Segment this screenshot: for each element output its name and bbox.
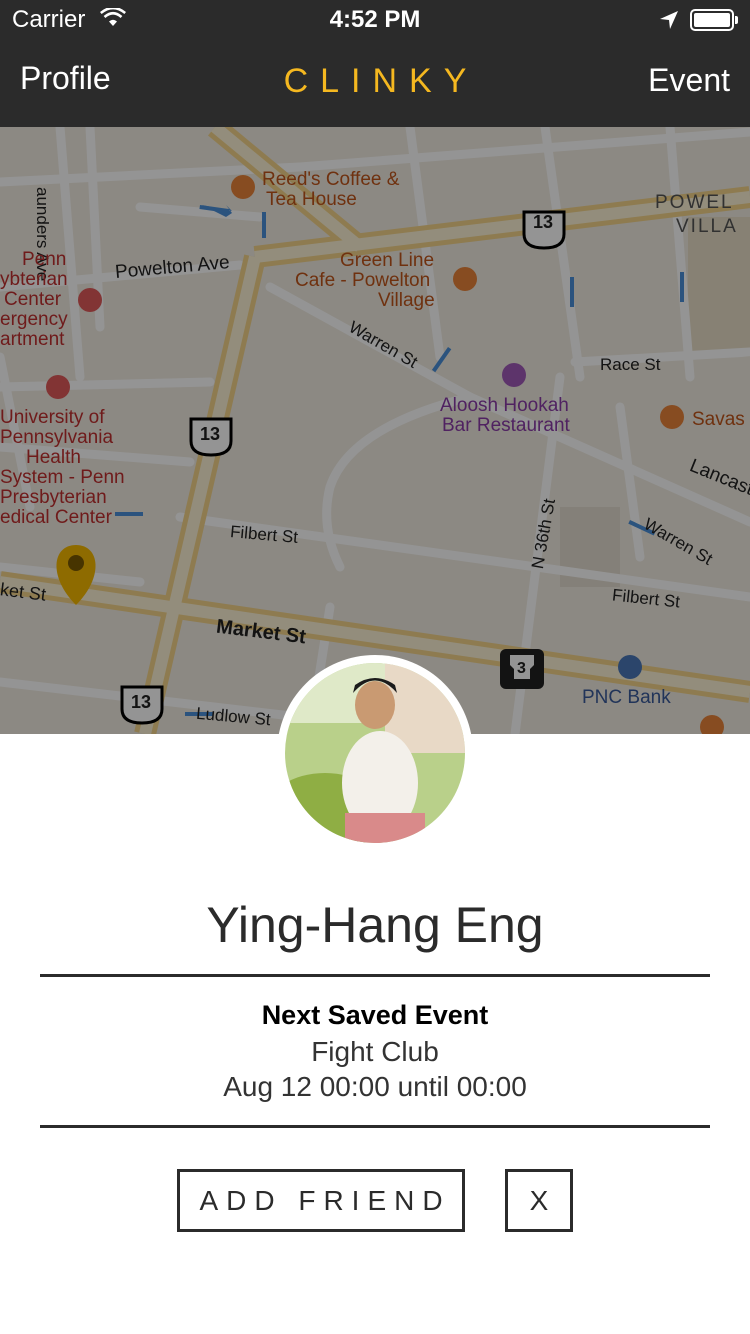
route-shield-label: 13 <box>200 424 221 444</box>
map-label: VILLA <box>676 216 738 237</box>
map-label: Cafe - Powelton <box>295 270 431 291</box>
route-shield-label: 13 <box>131 692 152 712</box>
route-shield-label: 3 <box>517 660 526 677</box>
profile-photo <box>285 663 465 843</box>
app-title: CLINKY <box>283 62 479 100</box>
divider <box>40 1125 710 1128</box>
map-label: Pennsylvania <box>0 427 114 448</box>
avatar <box>277 655 473 851</box>
status-bar: Carrier 4:52 PM <box>0 0 750 40</box>
map-label: Health <box>26 447 81 468</box>
navigation-bar: Profile CLINKY Event <box>0 40 750 127</box>
next-event-heading: Next Saved Event <box>261 1000 489 1030</box>
map-label: Green Line <box>340 250 435 271</box>
map-label: PNC Bank <box>582 687 671 708</box>
map-label: Race St <box>600 355 661 374</box>
map-label: System - Penn <box>0 467 125 488</box>
profile-name: Ying-Hang Eng <box>206 897 544 953</box>
clock: 4:52 PM <box>329 6 421 33</box>
map-label: Savas <box>692 409 745 430</box>
map-label: POWEL <box>655 192 734 213</box>
battery-icon <box>690 9 738 31</box>
map-label: ergency <box>0 309 68 330</box>
map-label: Village <box>378 290 435 311</box>
divider <box>40 974 710 977</box>
map-label: artment <box>0 329 65 350</box>
map-label: University of <box>0 407 105 428</box>
close-button[interactable]: X <box>505 1169 573 1232</box>
add-friend-button[interactable]: ADD FRIEND <box>177 1169 465 1232</box>
next-event-name: Fight Club <box>311 1036 439 1067</box>
route-shield-label: 13 <box>533 212 554 232</box>
event-nav-button[interactable]: Event <box>648 62 730 99</box>
map-label: Tea House <box>266 189 357 210</box>
map-label: Aloosh Hookah <box>440 395 569 416</box>
map-label: ybterian <box>0 269 68 290</box>
next-event-time: Aug 12 00:00 until 00:00 <box>223 1071 527 1102</box>
location-arrow-icon <box>658 9 680 36</box>
map-view[interactable]: Reed's Coffee & Tea House Powelton Ave a… <box>0 127 750 734</box>
map-label: Penn <box>22 249 67 270</box>
map-label: Reed's Coffee & <box>262 169 400 190</box>
map-label: Center <box>4 289 62 310</box>
map-label: Bar Restaurant <box>442 415 570 436</box>
map-label: edical Center <box>0 507 112 528</box>
map-label: Presbyterian <box>0 487 107 508</box>
